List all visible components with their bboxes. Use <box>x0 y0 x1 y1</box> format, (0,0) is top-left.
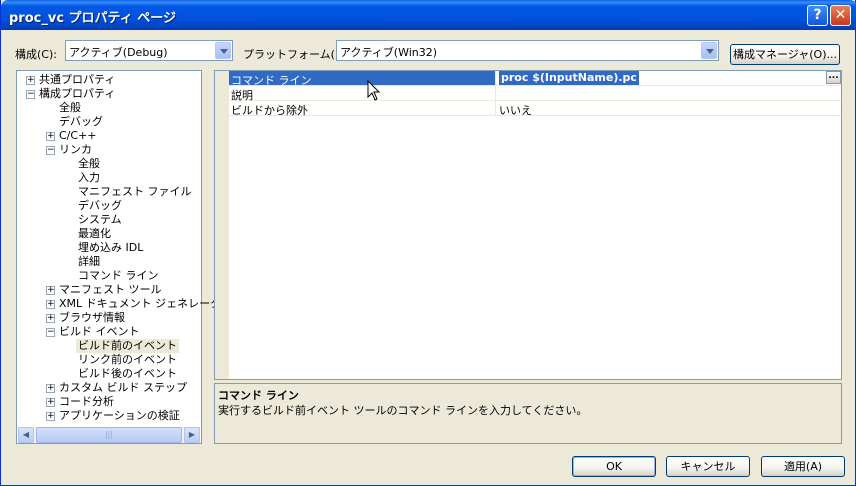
property-value[interactable]: proc $(InputName).pc <box>499 71 639 85</box>
category-tree: 共通プロパティ + 構成プロパティ − 全般 デバッグ C/C++ + リンカ − 全般 入力 マニフェ… <box>16 70 221 444</box>
description-title: コマンド ライン <box>218 389 299 402</box>
tree-item[interactable]: デバッグ <box>76 199 124 213</box>
config-label: 構成(C): <box>15 48 57 61</box>
expand-icon[interactable]: + <box>26 76 35 85</box>
grid-margin <box>215 71 229 379</box>
tree-item-label: ビルド後のイベント <box>78 367 177 380</box>
tree-item-label: 共通プロパティ <box>39 73 116 86</box>
tree-item[interactable]: C/C++ <box>57 129 99 143</box>
description-panel: コマンド ライン 実行するビルド前イベント ツールのコマンド ラインを入力してく… <box>214 383 842 444</box>
tree-item[interactable]: デバッグ <box>57 115 105 129</box>
tree-item-label: マニフェスト ファイル <box>78 185 192 198</box>
tree-item[interactable]: ビルド イベント <box>57 325 142 339</box>
tree-item-label: 埋め込み IDL <box>78 241 144 254</box>
expand-icon[interactable]: + <box>46 398 55 407</box>
description-text: 実行するビルド前イベント ツールのコマンド ラインを入力してください。 <box>218 404 588 417</box>
tree-item-label: 構成プロパティ <box>39 87 116 100</box>
tree-item[interactable]: マニフェスト ファイル <box>76 185 194 199</box>
collapse-icon[interactable]: − <box>26 90 35 99</box>
tree-item-label: 詳細 <box>78 255 100 268</box>
tree-item[interactable]: カスタム ビルド ステップ <box>57 381 189 395</box>
tree-item-label: システム <box>78 213 122 226</box>
property-name: ビルドから除外 <box>231 104 308 117</box>
tree-item[interactable]: XML ドキュメント ジェネレータ <box>57 297 223 311</box>
tree-item[interactable]: アプリケーションの検証 <box>57 409 182 423</box>
property-value: いいえ <box>499 104 532 117</box>
tree-item[interactable]: ビルド後のイベント <box>76 367 179 381</box>
tree-item-label: 最適化 <box>78 227 111 240</box>
tree-item-label: コマンド ライン <box>78 269 159 282</box>
column-separator[interactable] <box>495 101 496 116</box>
expand-icon[interactable]: + <box>46 314 55 323</box>
collapse-icon[interactable]: − <box>46 328 55 337</box>
tree-item-label: リンク前のイベント <box>78 353 177 366</box>
tree-item[interactable]: 入力 <box>76 171 102 185</box>
tree-item-label: 全般 <box>78 157 100 170</box>
mouse-cursor-icon <box>367 80 381 101</box>
tree-item[interactable]: ビルド前のイベント <box>76 339 179 353</box>
ok-button[interactable]: OK <box>572 456 656 477</box>
config-combo[interactable]: アクティブ(Debug) <box>65 40 233 61</box>
tree-item-label: ブラウザ情報 <box>59 311 125 324</box>
scroll-thumb[interactable]: ||| <box>36 427 182 443</box>
tree-item[interactable]: リンク前のイベント <box>76 353 179 367</box>
expand-icon[interactable]: + <box>46 384 55 393</box>
column-separator[interactable] <box>495 71 496 86</box>
property-grid: コマンド ライン proc $(InputName).pc... 説明 ビルドから除外… <box>214 70 842 380</box>
tree-item-label: マニフェスト ツール <box>59 283 162 296</box>
help-button[interactable]: ? <box>807 5 828 26</box>
tree-item-label: C/C++ <box>59 129 97 142</box>
property-pages-dialog: proc_vc プロパティ ページ ? ✕ 構成(C): アクティブ(Debug… <box>0 0 856 486</box>
property-row[interactable]: ビルドから除外 いいえ <box>229 101 841 117</box>
tree-item[interactable]: 詳細 <box>76 255 102 269</box>
tree-item-label: デバッグ <box>78 199 122 212</box>
tree-item[interactable]: 共通プロパティ <box>37 73 117 87</box>
tree-item-label: XML ドキュメント ジェネレータ <box>59 297 222 310</box>
config-value: アクティブ(Debug) <box>69 46 168 59</box>
tree-item-label: デバッグ <box>59 115 103 128</box>
platform-label: プラットフォーム(P): <box>243 48 350 61</box>
config-dropdown-icon[interactable] <box>215 42 231 59</box>
tree-item[interactable]: 埋め込み IDL <box>76 241 145 255</box>
tree-item-label: 入力 <box>78 171 100 184</box>
ellipsis-button[interactable]: ... <box>826 71 841 84</box>
title-bar[interactable]: proc_vc プロパティ ページ ? ✕ <box>1 0 856 30</box>
close-button[interactable]: ✕ <box>830 5 851 26</box>
tree-item[interactable]: 全般 <box>57 101 83 115</box>
tree-item-label: カスタム ビルド ステップ <box>59 381 187 394</box>
platform-dropdown-icon[interactable] <box>701 42 717 59</box>
tree-item-label: 全般 <box>59 101 81 114</box>
platform-combo[interactable]: アクティブ(Win32) <box>336 40 719 61</box>
property-row[interactable]: 説明 <box>229 86 841 102</box>
tree-item-label: リンカ <box>59 143 92 156</box>
property-row[interactable]: コマンド ライン proc $(InputName).pc... <box>229 71 841 87</box>
apply-button[interactable]: 適用(A) <box>761 456 845 477</box>
window-title: proc_vc プロパティ ページ <box>9 11 177 26</box>
expand-icon[interactable]: + <box>46 300 55 309</box>
tree-item[interactable]: コード分析 <box>57 395 116 409</box>
tree-item-label: ビルド イベント <box>59 325 140 338</box>
tree-item[interactable]: コマンド ライン <box>76 269 161 283</box>
tree-horizontal-scrollbar[interactable]: ◀ ||| ▶ <box>18 427 200 443</box>
expand-icon[interactable]: + <box>46 412 55 421</box>
scroll-left-icon[interactable]: ◀ <box>18 427 34 443</box>
cancel-button[interactable]: キャンセル <box>666 456 750 477</box>
tree-item-label: ビルド前のイベント <box>78 339 177 352</box>
expand-icon[interactable]: + <box>46 286 55 295</box>
tree-item[interactable]: 最適化 <box>76 227 113 241</box>
config-manager-button[interactable]: 構成マネージャ(O)... <box>730 44 840 65</box>
tree-item-label: コード分析 <box>59 395 114 408</box>
tree-item-label: アプリケーションの検証 <box>59 409 180 422</box>
tree-item[interactable]: マニフェスト ツール <box>57 283 164 297</box>
expand-icon[interactable]: + <box>46 132 55 141</box>
tree-item[interactable]: 全般 <box>76 157 102 171</box>
tree-item[interactable]: リンカ <box>57 143 94 157</box>
collapse-icon[interactable]: − <box>46 146 55 155</box>
platform-value: アクティブ(Win32) <box>340 46 438 59</box>
tree-item[interactable]: ブラウザ情報 <box>57 311 127 325</box>
scroll-right-icon[interactable]: ▶ <box>184 427 200 443</box>
tree-item[interactable]: システム <box>76 213 124 227</box>
tree-item[interactable]: 構成プロパティ <box>37 87 117 101</box>
column-separator[interactable] <box>495 86 496 101</box>
